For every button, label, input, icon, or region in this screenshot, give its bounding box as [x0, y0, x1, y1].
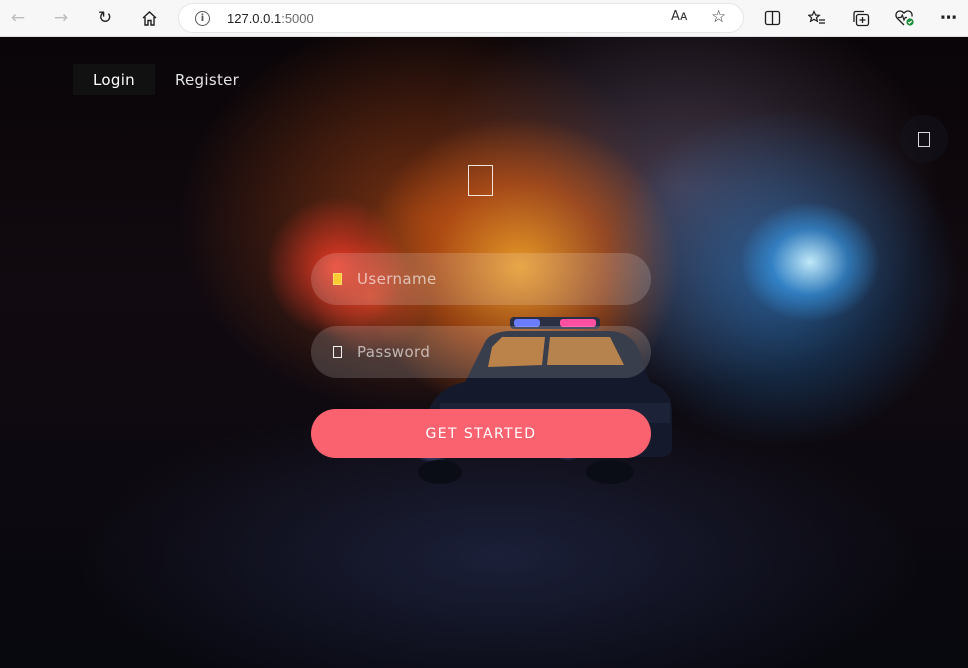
password-input[interactable]: [357, 326, 637, 378]
home-button[interactable]: [134, 4, 164, 32]
collections-icon: [853, 10, 870, 26]
heart-pulse-icon: [895, 10, 914, 26]
lock-icon: [333, 346, 342, 358]
address-bar[interactable]: i 127.0.0.1:5000 Aᴀ ☆: [178, 3, 744, 33]
forward-button[interactable]: →: [46, 4, 76, 32]
favorites-list-icon: [808, 10, 825, 24]
back-button[interactable]: ←: [3, 4, 33, 32]
url-text: 127.0.0.1:5000: [227, 11, 314, 26]
missing-glyph-icon: [918, 131, 930, 147]
split-screen-button[interactable]: [757, 4, 787, 32]
username-field: [311, 253, 651, 305]
refresh-button[interactable]: ↻: [90, 4, 120, 32]
get-started-button[interactable]: GET STARTED: [311, 409, 651, 458]
collections-button[interactable]: [846, 4, 876, 32]
browser-toolbar: ← → ↻ i 127.0.0.1:5000 Aᴀ ☆ ⋯: [0, 0, 968, 37]
tab-login[interactable]: Login: [73, 64, 155, 95]
password-field: [311, 326, 651, 378]
refresh-icon: ↻: [97, 7, 113, 28]
user-icon: [333, 273, 342, 285]
info-icon[interactable]: i: [195, 11, 210, 26]
auth-tabs: Login Register: [73, 64, 259, 95]
browser-essentials-button[interactable]: [890, 4, 920, 32]
username-input[interactable]: [357, 253, 637, 305]
more-icon: ⋯: [940, 7, 958, 28]
url-host: 127.0.0.1: [227, 11, 282, 26]
login-page: Login Register GET STARTED: [0, 37, 968, 668]
logo-icon: [468, 165, 493, 196]
star-icon[interactable]: ☆: [711, 7, 726, 27]
arrow-left-icon: ←: [10, 7, 26, 28]
tab-register[interactable]: Register: [155, 64, 259, 95]
more-button[interactable]: ⋯: [934, 4, 964, 32]
url-port: :5000: [281, 11, 314, 26]
favorites-button[interactable]: [802, 4, 832, 32]
arrow-right-icon: →: [53, 7, 69, 28]
corner-toggle-button[interactable]: [900, 115, 948, 163]
home-icon: [142, 10, 156, 26]
split-screen-icon: [764, 10, 780, 26]
read-aloud-icon[interactable]: Aᴀ: [671, 9, 688, 24]
